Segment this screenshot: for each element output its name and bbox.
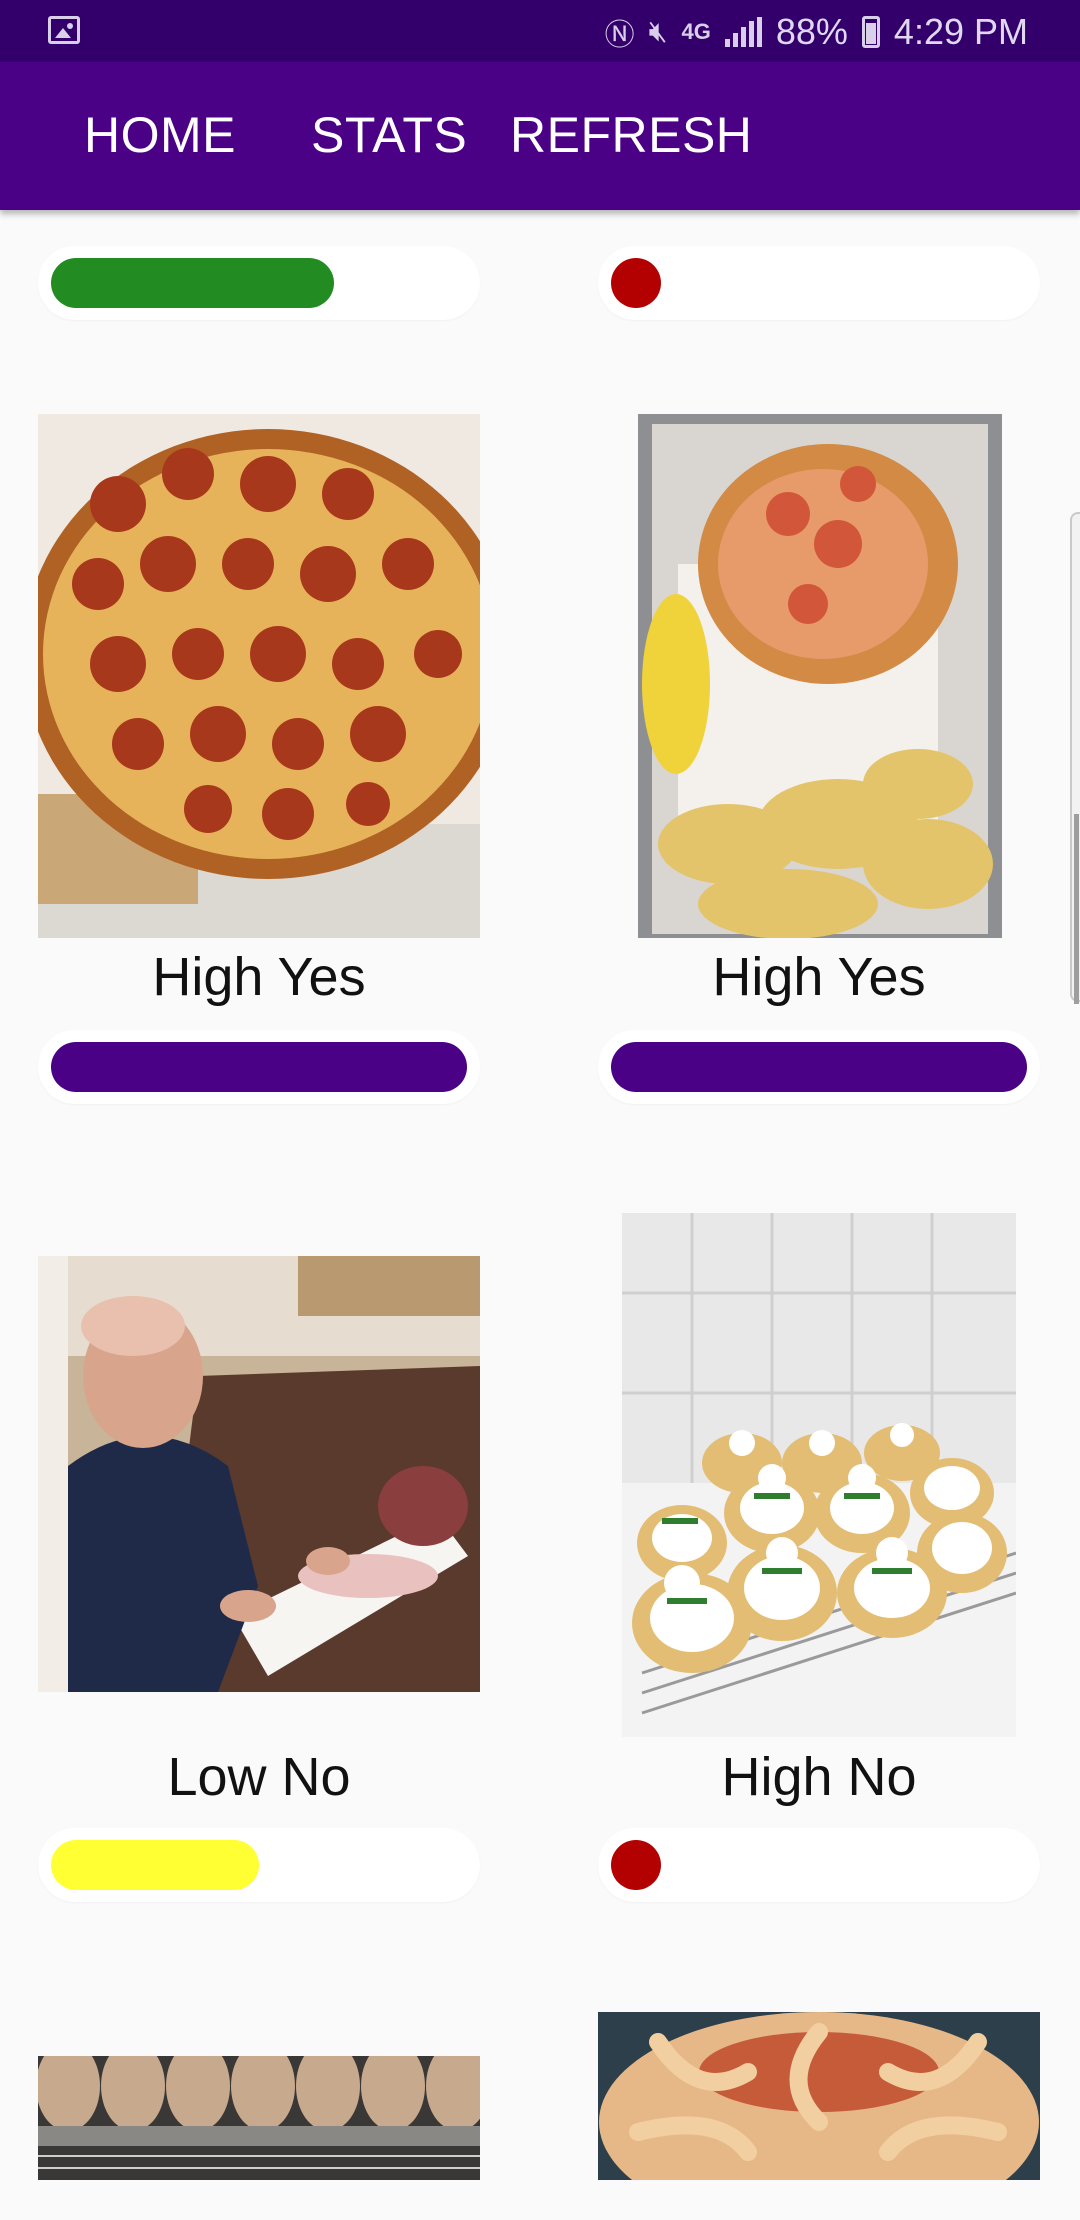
pastries-photo-partial[interactable] (38, 2056, 480, 2180)
signal-icon (724, 17, 762, 47)
rating-bar-track (598, 1030, 1040, 1104)
rating-bar-fill (51, 1042, 467, 1092)
rating-bar-track (598, 246, 1040, 320)
rating-bar-track (38, 1828, 480, 1902)
rating-bar-fill (51, 258, 334, 308)
nav-refresh-button[interactable]: REFRESH (510, 106, 752, 164)
lobster-roll-chips-photo[interactable] (638, 414, 1002, 938)
lte-icon: 4G (681, 19, 711, 44)
item-label: High No (721, 1747, 917, 1807)
item-label: Low No (167, 1747, 351, 1807)
item-label: High Yes (712, 947, 926, 1007)
rating-bar-fill (51, 1840, 259, 1890)
gallery-icon (48, 16, 80, 44)
clock-time: 4:29 PM (893, 11, 1028, 52)
status-bar: Ⓝ 🔇︎ 4G 88% 4:29 PM (0, 0, 1080, 62)
nfc-icon: Ⓝ (604, 19, 635, 52)
rating-bar-track (38, 246, 480, 320)
item-label: High Yes (152, 947, 366, 1007)
rating-bar-fill (611, 1042, 1027, 1092)
octopus-pie-photo-partial[interactable] (598, 2012, 1040, 2180)
nav-stats-button[interactable]: STATS (311, 106, 467, 164)
rating-bar-track (38, 1030, 480, 1104)
rating-bar-fill (611, 1840, 661, 1890)
scrollbar[interactable] (1070, 512, 1080, 1004)
nav-home-button[interactable]: HOME (84, 106, 236, 164)
battery-icon (861, 16, 880, 48)
battery-percent: 88% (775, 11, 848, 52)
snowman-cookies-photo[interactable] (622, 1213, 1016, 1737)
pepperoni-pizza-photo[interactable] (38, 414, 480, 938)
rating-bar-fill (611, 258, 661, 308)
app-bar: HOME STATS REFRESH (0, 62, 1080, 210)
man-with-meat-photo[interactable] (38, 1256, 480, 1692)
rating-bar-track (598, 1828, 1040, 1902)
mute-icon: 🔇︎ (648, 15, 668, 48)
food-grid[interactable]: High Yes High Yes Low No High No (0, 210, 1080, 2220)
status-icons: Ⓝ 🔇︎ 4G 88% 4:29 PM (605, 10, 1028, 54)
